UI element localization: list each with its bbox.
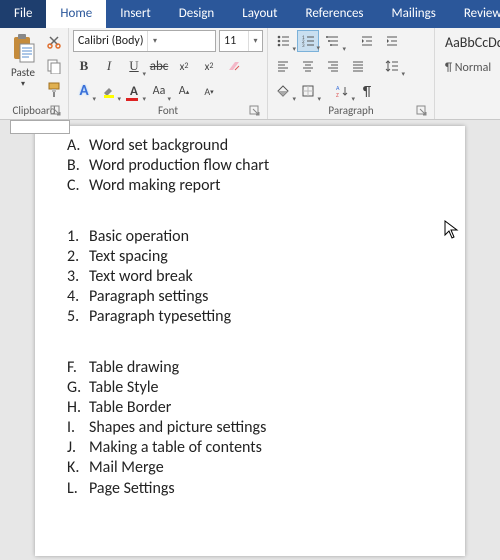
ribbon: Paste ▾ Clipboard Calibri (Body)▾ 11▾ <box>0 28 500 120</box>
list-item[interactable]: A.Word set background <box>67 136 445 155</box>
highlight-button[interactable] <box>98 80 120 102</box>
svg-text:3: 3 <box>302 43 305 48</box>
strikethrough-button[interactable]: abc <box>148 55 170 77</box>
superscript-button[interactable]: x2 <box>198 55 220 77</box>
change-case-button[interactable]: Aa <box>148 80 170 102</box>
group-font-label: Font <box>73 102 263 119</box>
align-center-button[interactable] <box>297 55 319 77</box>
font-name-combo[interactable]: Calibri (Body)▾ <box>73 30 216 52</box>
align-left-button[interactable] <box>272 55 294 77</box>
group-font: Calibri (Body)▾ 11▾ B I U abc x2 x2 A A … <box>69 28 268 119</box>
chevron-down-icon: ▾ <box>248 31 262 51</box>
font-color-button[interactable]: A <box>123 80 145 102</box>
tab-insert[interactable]: Insert <box>106 0 165 28</box>
text-effects-button[interactable]: A <box>73 80 95 102</box>
tab-layout[interactable]: Layout <box>228 0 291 28</box>
list-item[interactable]: 3.Text word break <box>67 267 445 286</box>
borders-button[interactable] <box>297 80 319 102</box>
list-item[interactable]: 1.Basic operation <box>67 227 445 246</box>
ribbon-tabs: File Home Insert Design Layout Reference… <box>0 0 500 28</box>
font-dialog-launcher[interactable] <box>249 105 261 117</box>
tab-home[interactable]: Home <box>46 0 106 28</box>
cut-button[interactable] <box>44 32 64 52</box>
list-item[interactable]: L.Page Settings <box>67 479 445 498</box>
list-item[interactable]: G.Table Style <box>67 378 445 397</box>
paste-button[interactable]: Paste ▾ <box>4 30 42 102</box>
style-normal[interactable]: AaBbCcDd ¶ Normal <box>439 30 500 79</box>
list-item[interactable]: K.Mail Merge <box>67 458 445 477</box>
list-item[interactable]: H.Table Border <box>67 398 445 417</box>
paragraph-dialog-launcher[interactable] <box>416 105 428 117</box>
style-preview: AaBbCcDd <box>445 34 500 51</box>
copy-button[interactable] <box>44 56 64 76</box>
decrease-indent-button[interactable] <box>356 30 378 52</box>
multilevel-list-button[interactable] <box>322 30 344 52</box>
bullets-button[interactable] <box>272 30 294 52</box>
list-item[interactable]: B.Word production flow chart <box>67 156 445 175</box>
bold-button[interactable]: B <box>73 55 95 77</box>
list-item[interactable]: C.Word making report <box>67 176 445 195</box>
list-item[interactable]: I.Shapes and picture settings <box>67 418 445 437</box>
group-clipboard-label: Clipboard <box>4 102 64 119</box>
sort-button[interactable]: AZ <box>331 80 353 102</box>
show-hide-button[interactable]: ¶ <box>356 80 378 102</box>
tab-references[interactable]: References <box>292 0 378 28</box>
font-size-combo[interactable]: 11▾ <box>219 30 263 52</box>
list-item[interactable]: 2.Text spacing <box>67 247 445 266</box>
numbering-button[interactable]: 123 <box>297 30 319 52</box>
group-clipboard: Paste ▾ Clipboard <box>0 28 69 119</box>
workspace: A.Word set background B.Word production … <box>0 120 500 560</box>
document-page[interactable]: A.Word set background B.Word production … <box>35 126 465 556</box>
paste-icon <box>9 32 37 66</box>
shading-button[interactable] <box>272 80 294 102</box>
align-right-button[interactable] <box>322 55 344 77</box>
shrink-font-button[interactable]: A▾ <box>198 80 220 102</box>
group-styles: AaBbCcDd ¶ Normal <box>435 28 500 119</box>
list-item[interactable]: 5.Paragraph typesetting <box>67 307 445 326</box>
chevron-down-icon: ▾ <box>147 31 161 51</box>
tab-mailings[interactable]: Mailings <box>378 0 450 28</box>
group-paragraph: 123 AZ <box>268 28 435 119</box>
svg-text:Z: Z <box>336 91 339 98</box>
paste-dropdown-icon: ▾ <box>21 79 25 89</box>
italic-button[interactable]: I <box>98 55 120 77</box>
underline-button[interactable]: U <box>123 55 145 77</box>
paste-label: Paste <box>11 66 35 79</box>
list-item[interactable]: J.Making a table of contents <box>67 438 445 457</box>
group-paragraph-label: Paragraph <box>272 102 430 119</box>
clear-formatting-button[interactable] <box>223 55 245 77</box>
style-name: ¶ Normal <box>445 61 500 75</box>
list-item[interactable]: F.Table drawing <box>67 358 445 377</box>
subscript-button[interactable]: x2 <box>173 55 195 77</box>
tab-file[interactable]: File <box>0 0 46 28</box>
grow-font-button[interactable]: A▴ <box>173 80 195 102</box>
mouse-cursor-icon <box>444 220 460 240</box>
justify-button[interactable] <box>347 55 369 77</box>
ruler-corner <box>10 120 70 134</box>
increase-indent-button[interactable] <box>381 30 403 52</box>
list-item[interactable]: 4.Paragraph settings <box>67 287 445 306</box>
format-painter-button[interactable] <box>44 80 64 100</box>
clipboard-dialog-launcher[interactable] <box>50 105 62 117</box>
tab-design[interactable]: Design <box>165 0 228 28</box>
tab-review[interactable]: Review <box>450 0 500 28</box>
line-spacing-button[interactable] <box>381 55 403 77</box>
